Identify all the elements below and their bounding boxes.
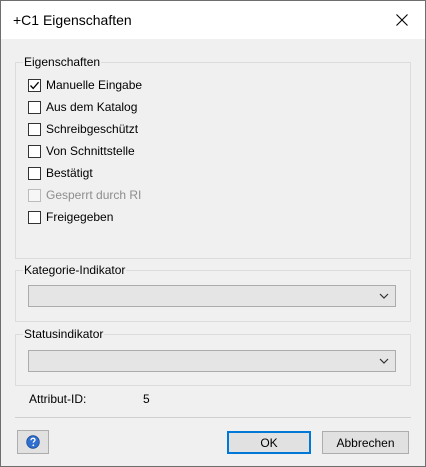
checkbox-from-catalog[interactable]: Aus dem Katalog <box>28 99 137 115</box>
title-bar: +C1 Eigenschaften <box>1 1 425 39</box>
close-button[interactable] <box>379 1 425 39</box>
close-icon <box>396 14 408 26</box>
status-group-label: Statusindikator <box>23 327 105 341</box>
checkbox-label: Aus dem Katalog <box>46 100 138 114</box>
chevron-down-icon <box>379 293 389 299</box>
checkbox-label: Von Schnittstelle <box>46 144 135 158</box>
cancel-button[interactable]: Abbrechen <box>322 431 409 454</box>
checkbox-box[interactable] <box>28 78 41 92</box>
checkbox-box[interactable] <box>28 100 41 114</box>
checkbox-box <box>28 188 41 202</box>
checkbox-manual-input[interactable]: Manuelle Eingabe <box>28 77 142 93</box>
category-group-label: Kategorie-Indikator <box>23 263 127 277</box>
help-button[interactable] <box>17 430 49 454</box>
help-icon <box>26 435 40 449</box>
attribute-id-label: Attribut-ID: <box>29 392 87 406</box>
checkbox-label: Manuelle Eingabe <box>46 78 143 92</box>
checkbox-box[interactable] <box>28 144 41 158</box>
ok-button[interactable]: OK <box>227 431 311 454</box>
checkbox-label: Bestätigt <box>46 166 93 180</box>
properties-group-label: Eigenschaften <box>23 55 102 69</box>
chevron-down-icon <box>379 358 389 364</box>
checkbox-box[interactable] <box>28 210 41 224</box>
checkbox-released[interactable]: Freigegeben <box>28 209 113 225</box>
checkbox-box[interactable] <box>28 166 41 180</box>
window-title: +C1 Eigenschaften <box>13 12 132 28</box>
checkbox-label: Freigegeben <box>46 210 114 224</box>
checkbox-locked-by-ri: Gesperrt durch RI <box>28 187 141 203</box>
checkmark-icon <box>30 81 40 89</box>
checkbox-box[interactable] <box>28 122 41 136</box>
checkbox-from-interface[interactable]: Von Schnittstelle <box>28 143 135 159</box>
checkbox-confirmed[interactable]: Bestätigt <box>28 165 93 181</box>
status-select[interactable] <box>28 350 396 372</box>
dialog-window: +C1 Eigenschaften Eigenschaften Manuelle… <box>0 0 426 467</box>
checkbox-label: Gesperrt durch RI <box>46 188 142 202</box>
divider <box>15 417 411 418</box>
category-select[interactable] <box>28 285 396 307</box>
checkbox-label: Schreibgeschützt <box>46 122 139 136</box>
checkbox-read-only[interactable]: Schreibgeschützt <box>28 121 138 137</box>
attribute-id-value: 5 <box>143 392 150 406</box>
